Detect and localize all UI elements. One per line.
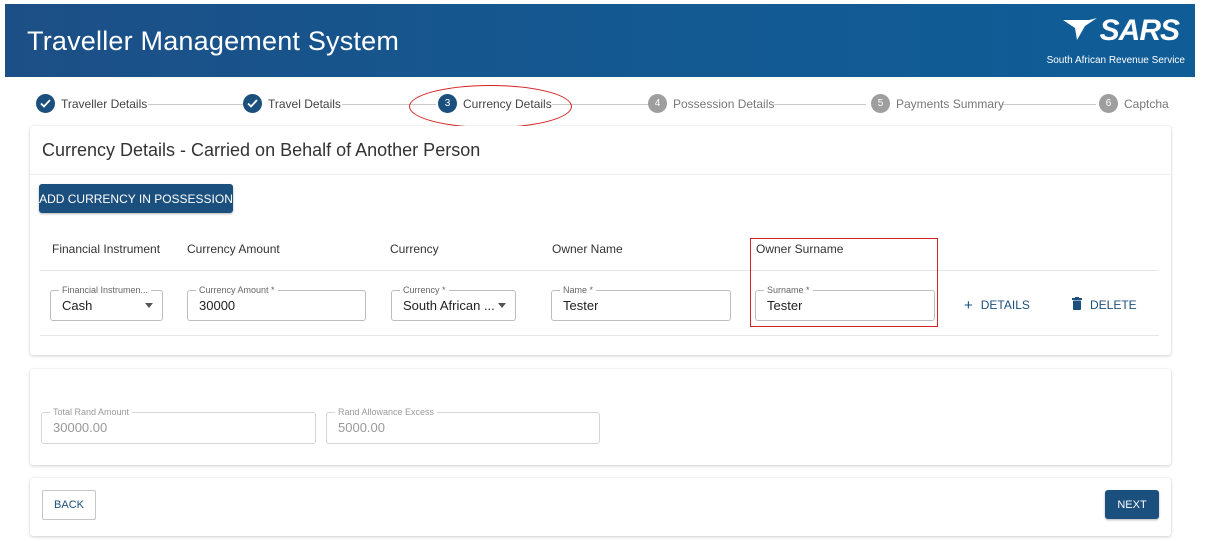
- step-connector: [774, 104, 866, 105]
- progress-stepper: Traveller Details Travel Details 3 Curre…: [30, 88, 1170, 118]
- field-value: 5000.00: [338, 420, 385, 435]
- field-value: Cash: [62, 298, 93, 313]
- field-label: Total Rand Amount: [50, 407, 133, 417]
- column-header-currency: Currency: [390, 242, 439, 256]
- totals-card: Total Rand Amount 30000.00 Rand Allowanc…: [30, 369, 1171, 465]
- step-label: Possession Details: [673, 96, 775, 111]
- step-payments-summary[interactable]: 5 Payments Summary: [871, 94, 1004, 113]
- field-label: Financial Instrumen...: [59, 285, 152, 295]
- details-button[interactable]: + DETAILS: [964, 295, 1030, 315]
- step-label: Travel Details: [268, 96, 341, 111]
- financial-instrument-select[interactable]: Financial Instrumen... Cash: [50, 285, 163, 321]
- sars-logo-subtitle: South African Revenue Service: [1046, 55, 1185, 66]
- trash-icon: [1072, 297, 1082, 313]
- field-value: 30000.00: [53, 420, 108, 435]
- step-label: Captcha: [1124, 96, 1169, 111]
- step-label: Traveller Details: [61, 96, 148, 111]
- field-value: Tester: [563, 298, 599, 313]
- navigation-card: BACK NEXT: [30, 478, 1171, 536]
- divider: [40, 270, 1159, 271]
- step-connector: [148, 104, 246, 105]
- next-button[interactable]: NEXT: [1105, 490, 1159, 519]
- rand-allowance-excess-field: Rand Allowance Excess 5000.00: [326, 407, 600, 444]
- section-title: Currency Details - Carried on Behalf of …: [42, 140, 481, 160]
- step-travel-details[interactable]: Travel Details: [243, 94, 341, 113]
- step-connector: [1002, 104, 1096, 105]
- add-currency-button[interactable]: ADD CURRENCY IN POSSESSION: [39, 184, 233, 213]
- app-header: Traveller Management System SARS South A…: [5, 4, 1195, 77]
- currency-amount-input[interactable]: Currency Amount * 30000: [187, 285, 366, 321]
- divider: [40, 335, 1159, 336]
- field-value: 30000: [199, 298, 236, 313]
- step-number: 4: [648, 94, 667, 113]
- field-value: South African ...: [403, 298, 495, 313]
- field-label: Rand Allowance Excess: [335, 407, 438, 417]
- sars-logo-mark: SARS: [1099, 14, 1180, 47]
- check-icon: [243, 94, 262, 113]
- check-icon: [36, 94, 55, 113]
- delete-label: DELETE: [1090, 298, 1137, 312]
- plus-icon: +: [964, 296, 973, 314]
- app-title: Traveller Management System: [27, 26, 400, 56]
- currency-select[interactable]: Currency * South African ...: [391, 285, 516, 321]
- step-captcha[interactable]: 6 Captcha: [1099, 94, 1169, 113]
- caret-down-icon: [498, 303, 506, 308]
- sars-bird-icon: [1063, 18, 1097, 40]
- step-number: 5: [871, 94, 890, 113]
- back-button[interactable]: BACK: [42, 490, 96, 520]
- field-label: Currency *: [400, 285, 449, 295]
- owner-name-input[interactable]: Name * Tester: [551, 285, 731, 321]
- field-label: Name *: [560, 285, 597, 295]
- total-rand-amount-field: Total Rand Amount 30000.00: [41, 407, 316, 444]
- column-header-currency-amount: Currency Amount: [187, 242, 280, 256]
- currency-details-card: Currency Details - Carried on Behalf of …: [30, 126, 1171, 355]
- details-label: DETAILS: [980, 298, 1030, 312]
- caret-down-icon: [145, 303, 153, 308]
- column-header-owner-name: Owner Name: [552, 242, 623, 256]
- step-traveller-details[interactable]: Traveller Details: [36, 94, 147, 113]
- step-label: Payments Summary: [896, 96, 1005, 111]
- divider: [30, 174, 1171, 175]
- sars-logo: SARS South African Revenue Service: [1035, 12, 1185, 70]
- annotation-rectangle: [750, 238, 938, 327]
- annotation-ellipse: [409, 85, 572, 128]
- field-label: Currency Amount *: [196, 285, 278, 295]
- step-number: 6: [1099, 94, 1118, 113]
- delete-button[interactable]: DELETE: [1072, 295, 1137, 315]
- step-possession-details[interactable]: 4 Possession Details: [648, 94, 774, 113]
- column-header-financial-instrument: Financial Instrument: [52, 242, 161, 256]
